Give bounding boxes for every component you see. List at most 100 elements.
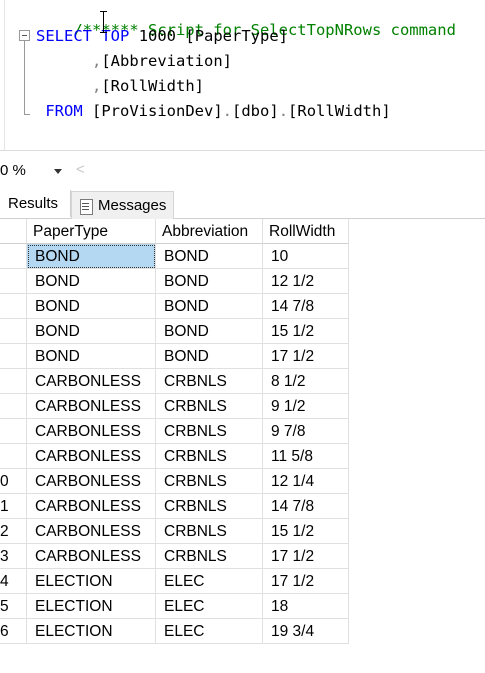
cell-papertype[interactable]: BOND	[27, 344, 156, 369]
row-number-cell[interactable]	[0, 319, 27, 344]
ibeam-cursor-icon	[98, 9, 110, 35]
cell-rollwidth[interactable]: 12 1/4	[263, 469, 349, 494]
cell-papertype[interactable]: BOND	[27, 244, 156, 269]
row-number-cell[interactable]	[0, 344, 27, 369]
cell-rollwidth[interactable]: 17 1/2	[263, 569, 349, 594]
tab-results-label: Results	[8, 195, 59, 212]
cell-papertype[interactable]: BOND	[27, 269, 156, 294]
messages-icon	[78, 198, 94, 215]
cell-papertype[interactable]: ELECTION	[27, 619, 156, 644]
row-number-text: 0	[0, 473, 9, 490]
collapse-toggle-icon[interactable]	[19, 30, 30, 41]
cell-abbreviation[interactable]: ELEC	[156, 594, 263, 619]
row-number-header[interactable]	[0, 219, 27, 244]
cell-abbreviation[interactable]: BOND	[156, 244, 263, 269]
cell-abbreviation[interactable]: BOND	[156, 319, 263, 344]
table-name: [RollWidth]	[288, 102, 391, 120]
editor-gutter	[4, 0, 5, 150]
row-number-cell[interactable]	[0, 444, 27, 469]
cell-rollwidth[interactable]: 14 7/8	[263, 294, 349, 319]
cell-abbreviation[interactable]: CRBNLS	[156, 394, 263, 419]
cell-abbreviation[interactable]: BOND	[156, 269, 263, 294]
cell-papertype[interactable]: CARBONLESS	[27, 394, 156, 419]
cell-abbreviation[interactable]: CRBNLS	[156, 469, 263, 494]
cell-abbreviation[interactable]: BOND	[156, 344, 263, 369]
database-name: [ProVisionDev]	[92, 102, 223, 120]
cell-rollwidth[interactable]: 9 1/2	[263, 394, 349, 419]
row-number-cell[interactable]: 5	[0, 594, 27, 619]
from-keyword: FROM	[45, 102, 83, 120]
row-number-cell[interactable]: 4	[0, 569, 27, 594]
cell-rollwidth[interactable]: 11 5/8	[263, 444, 349, 469]
cell-rollwidth[interactable]: 12 1/2	[263, 269, 349, 294]
row-number-text: 1	[0, 498, 9, 515]
column-header-abbreviation[interactable]: Abbreviation	[156, 219, 263, 244]
cell-papertype[interactable]: CARBONLESS	[27, 544, 156, 569]
cell-abbreviation[interactable]: CRBNLS	[156, 369, 263, 394]
cell-papertype[interactable]: BOND	[27, 294, 156, 319]
comma: ,	[92, 77, 102, 95]
row-number-cell[interactable]	[0, 419, 27, 444]
row-number-cell[interactable]: 0	[0, 469, 27, 494]
top-count: 1000	[138, 27, 177, 45]
cell-abbreviation[interactable]: CRBNLS	[156, 494, 263, 519]
row-number-cell[interactable]	[0, 394, 27, 419]
row-number-cell[interactable]	[0, 269, 27, 294]
row-number-text: 3	[0, 548, 9, 565]
row-number-cell[interactable]	[0, 244, 27, 269]
fold-guide	[24, 41, 25, 115]
cell-papertype[interactable]: ELECTION	[27, 569, 156, 594]
cell-rollwidth[interactable]: 8 1/2	[263, 369, 349, 394]
column-header-papertype[interactable]: PaperType	[27, 219, 156, 244]
cell-abbreviation[interactable]: CRBNLS	[156, 519, 263, 544]
cell-papertype[interactable]: CARBONLESS	[27, 369, 156, 394]
zoom-dropdown[interactable]: 0 %	[0, 161, 66, 181]
column-rollwidth: [RollWidth]	[101, 77, 204, 95]
tab-messages[interactable]: Messages	[71, 191, 174, 219]
column-abbreviation: [Abbreviation]	[101, 52, 232, 70]
cell-papertype[interactable]: CARBONLESS	[27, 469, 156, 494]
cell-rollwidth[interactable]: 15 1/2	[263, 319, 349, 344]
column-header-rollwidth[interactable]: RollWidth	[263, 219, 349, 244]
cell-abbreviation[interactable]: CRBNLS	[156, 419, 263, 444]
cell-abbreviation[interactable]: CRBNLS	[156, 444, 263, 469]
cell-papertype[interactable]: BOND	[27, 319, 156, 344]
cell-papertype[interactable]: CARBONLESS	[27, 419, 156, 444]
cell-abbreviation[interactable]: ELEC	[156, 619, 263, 644]
tab-results[interactable]: Results	[0, 190, 71, 217]
code-line-from: FROM [ProVisionDev].[dbo].[RollWidth]	[36, 101, 391, 121]
row-number-cell[interactable]: 3	[0, 544, 27, 569]
select-keyword: SELECT	[36, 27, 92, 45]
code-line-rollwidth: ,[RollWidth]	[36, 76, 204, 96]
cell-abbreviation[interactable]: ELEC	[156, 569, 263, 594]
sql-editor[interactable]: /****** Script for SelectTopNRows comman…	[0, 0, 485, 150]
cell-rollwidth[interactable]: 17 1/2	[263, 544, 349, 569]
row-number-cell[interactable]	[0, 294, 27, 319]
cell-papertype[interactable]: CARBONLESS	[27, 519, 156, 544]
scroll-left-arrow-icon[interactable]: <	[76, 161, 85, 178]
dropdown-arrow-icon[interactable]	[54, 169, 62, 174]
code-line-abbreviation: ,[Abbreviation]	[36, 51, 232, 71]
tab-messages-label: Messages	[98, 197, 167, 214]
row-number-cell[interactable]: 1	[0, 494, 27, 519]
zoom-bar: 0 % <	[0, 150, 485, 188]
cell-rollwidth[interactable]: 10	[263, 244, 349, 269]
cell-rollwidth[interactable]: 17 1/2	[263, 344, 349, 369]
cell-abbreviation[interactable]: CRBNLS	[156, 544, 263, 569]
dot-separator: .	[222, 102, 233, 120]
row-number-cell[interactable]: 2	[0, 519, 27, 544]
cell-rollwidth[interactable]: 19 3/4	[263, 619, 349, 644]
cell-rollwidth[interactable]: 18	[263, 594, 349, 619]
cell-abbreviation[interactable]: BOND	[156, 294, 263, 319]
cell-papertype[interactable]: CARBONLESS	[27, 494, 156, 519]
row-number-text: 6	[0, 623, 9, 640]
cell-papertype[interactable]: ELECTION	[27, 594, 156, 619]
cell-rollwidth[interactable]: 14 7/8	[263, 494, 349, 519]
cell-rollwidth[interactable]: 9 7/8	[263, 419, 349, 444]
cell-rollwidth[interactable]: 15 1/2	[263, 519, 349, 544]
row-number-cell[interactable]: 6	[0, 619, 27, 644]
row-number-cell[interactable]	[0, 369, 27, 394]
cell-papertype[interactable]: CARBONLESS	[27, 444, 156, 469]
column-papertype: [PaperType]	[185, 27, 289, 45]
schema-name: [dbo]	[232, 102, 279, 120]
